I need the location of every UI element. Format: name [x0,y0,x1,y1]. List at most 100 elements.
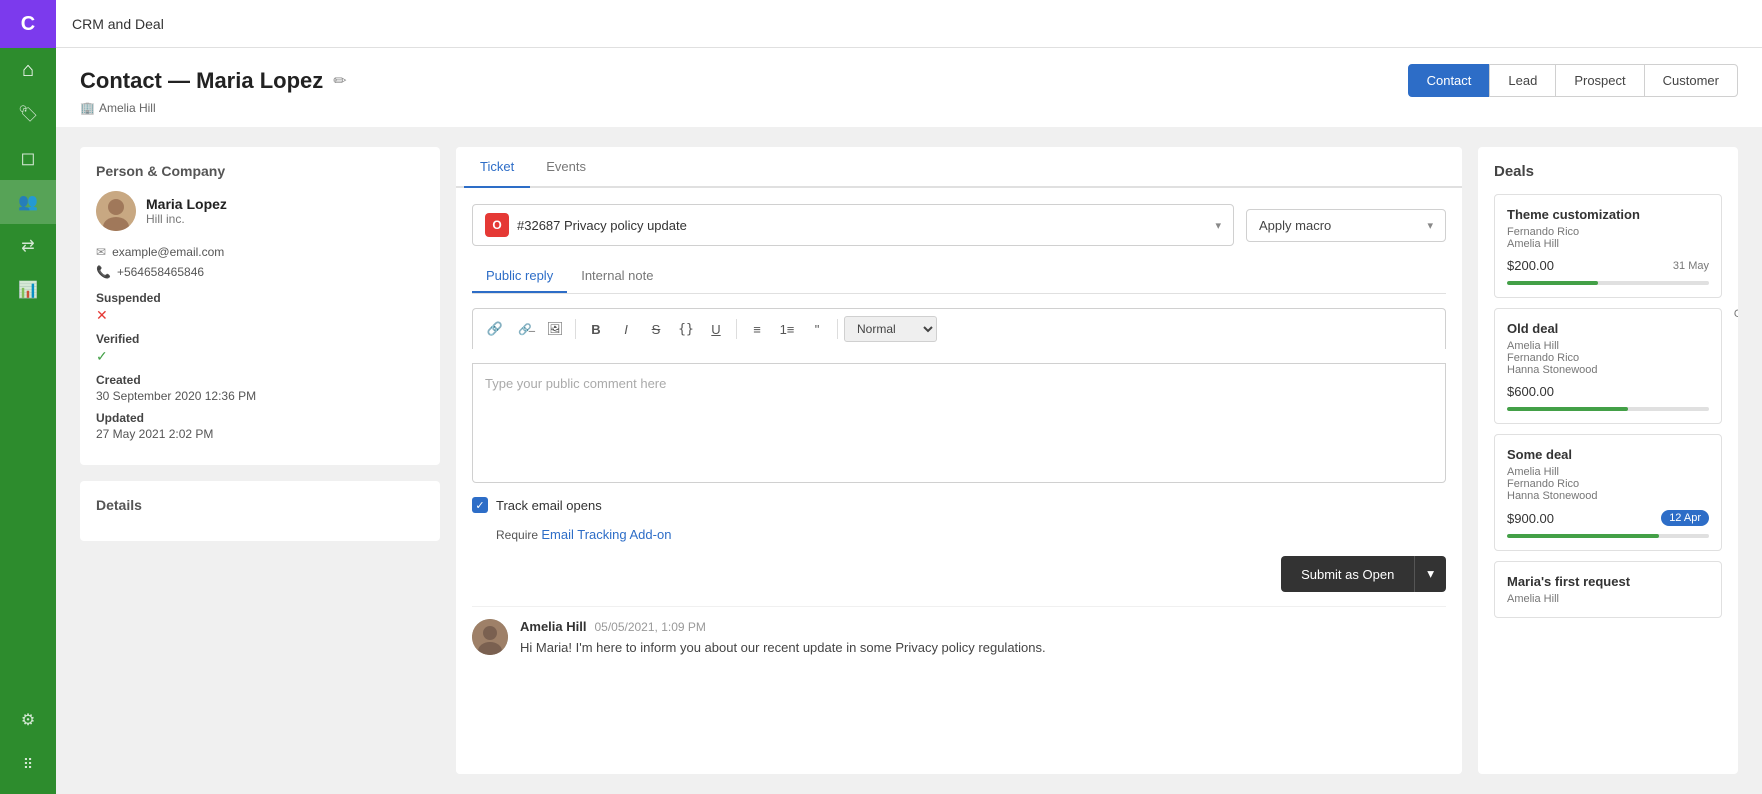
macro-label: Apply macro [1259,218,1331,233]
toolbar-ol-btn[interactable]: 1≡ [773,315,801,343]
deal-footer-3: $900.00 12 Apr [1507,510,1709,526]
deal-name-2: Old deal [1507,321,1709,336]
sidebar-item-arrows[interactable]: ⇄ [0,224,56,268]
contact-title-row: Contact — Maria Lopez ✏ Contact Lead Pro… [80,64,1738,97]
person-name: Maria Lopez [146,196,227,212]
ticket-selector[interactable]: O #32687 Privacy policy update ▾ [472,204,1234,246]
pipeline-label-2: Old pipeline [1727,308,1738,320]
deals-panel: Deals Theme customization Fernando RicoA… [1478,147,1738,774]
track-email-row: ✓ Track email opens [472,497,1446,513]
deal-card-3[interactable]: Some deal Amelia HillFernando RicoHanna … [1494,434,1722,551]
deal-name-4: Maria's first request [1507,574,1709,589]
created-label: Created [96,373,424,387]
avatar [96,191,136,231]
deal-name-1: Theme customization [1507,207,1709,222]
contact-header: Contact — Maria Lopez ✏ Contact Lead Pro… [56,48,1762,127]
format-select[interactable]: Normal Heading 1 Heading 2 Heading 3 [844,316,937,342]
deal-amount-2: $600.00 [1507,384,1554,399]
toolbar-ul-btn[interactable]: ≡ [743,315,771,343]
deal-persons-4: Amelia Hill [1507,593,1709,605]
submit-button[interactable]: Submit as Open [1281,556,1414,592]
toolbar-image-btn[interactable]: 🖼 [541,315,569,343]
tab-events[interactable]: Events [530,147,602,188]
toolbar-italic-btn[interactable]: I [612,315,640,343]
comment: Amelia Hill 05/05/2021, 1:09 PM Hi Maria… [472,606,1446,658]
deal-wrapper-4: Maria's first request Amelia Hill Growth… [1494,561,1722,618]
pipeline-label-4: GrowthDot customers [1727,561,1738,585]
comment-author: Amelia Hill [520,619,586,634]
stage-customer[interactable]: Customer [1644,64,1738,97]
left-panel: Person & Company Maria Lopez Hill inc. ✉ [80,147,440,774]
sidebar-item-deals[interactable]: 🏷 [0,92,56,136]
deal-card-4[interactable]: Maria's first request Amelia Hill [1494,561,1722,618]
sidebar-item-chart[interactable]: 📊 [0,268,56,312]
track-email-link[interactable]: Email Tracking Add-on [541,527,671,542]
right-panel: Deals Theme customization Fernando RicoA… [1478,147,1738,774]
toolbar-quote-btn[interactable]: " [803,315,831,343]
sidebar-item-apps[interactable]: ⠿ [0,742,56,786]
deal-amount-3: $900.00 [1507,511,1554,526]
macro-chevron-icon: ▾ [1427,219,1433,232]
deal-card-1[interactable]: Theme customization Fernando RicoAmelia … [1494,194,1722,298]
reply-tab-internal[interactable]: Internal note [567,260,667,293]
tab-ticket[interactable]: Ticket [464,147,530,188]
sidebar-item-settings[interactable]: ⚙ [0,698,56,742]
deal-card-2[interactable]: Old deal Amelia HillFernando RicoHanna S… [1494,308,1722,424]
submit-dropdown-button[interactable]: ▾ [1414,556,1446,592]
middle-panel: Ticket Events O #32687 Privacy policy up… [456,147,1462,774]
deal-wrapper-3: Some deal Amelia HillFernando RicoHanna … [1494,434,1722,551]
ticket-tabs: Ticket Events [456,147,1462,188]
deal-progress-3 [1507,534,1709,538]
editor-placeholder: Type your public comment here [485,376,666,391]
toolbar-sep-3 [837,319,838,339]
deal-amount-1: $200.00 [1507,258,1554,273]
deal-progress-2 [1507,407,1709,411]
details-title: Details [96,497,424,513]
suspended-label: Suspended [96,291,424,305]
toolbar-code-btn[interactable]: {} [672,315,700,343]
toolbar-strike-btn[interactable]: S [642,315,670,343]
verified-label: Verified [96,332,424,346]
deal-wrapper-2: Old deal Amelia HillFernando RicoHanna S… [1494,308,1722,424]
updated-label: Updated [96,411,424,425]
sidebar-item-contacts[interactable]: 👥 [0,180,56,224]
phone-value: +564658465846 [117,265,204,279]
comment-time: 05/05/2021, 1:09 PM [594,620,705,634]
comment-header: Amelia Hill 05/05/2021, 1:09 PM [520,619,1446,634]
sidebar-item-box[interactable]: ◻ [0,136,56,180]
ticket-badge: O [485,213,509,237]
deal-date-1: 31 May [1673,260,1709,272]
toolbar-bold-btn[interactable]: B [582,315,610,343]
toolbar-sep-1 [575,319,576,339]
app-logo[interactable]: C [0,0,56,48]
person-header: Maria Lopez Hill inc. [96,191,424,231]
building-icon: 🏢 [80,101,95,115]
ticket-area: O #32687 Privacy policy update ▾ Apply m… [456,188,1462,774]
person-company-card: Person & Company Maria Lopez Hill inc. ✉ [80,147,440,465]
comment-text: Hi Maria! I'm here to inform you about o… [520,638,1446,658]
suspended-field: Suspended ✕ [96,291,424,324]
reply-tab-public[interactable]: Public reply [472,260,567,293]
sidebar-item-home[interactable]: ⌂ [0,48,56,92]
toolbar-underline-btn[interactable]: U [702,315,730,343]
deal-persons-2: Amelia HillFernando RicoHanna Stonewood [1507,340,1709,376]
editor-toolbar: 🔗 🔗̶ 🖼 B I S {} U ≡ 1≡ " [472,308,1446,349]
phone-row: 📞 +564658465846 [96,265,424,279]
main-content: CRM and Deal Contact — Maria Lopez ✏ Con… [56,0,1762,794]
deal-wrapper-1: Theme customization Fernando RicoAmelia … [1494,194,1722,298]
topbar: CRM and Deal [56,0,1762,48]
toolbar-unlink-btn[interactable]: 🔗̶ [511,315,539,343]
macro-selector[interactable]: Apply macro ▾ [1246,209,1446,242]
stage-prospect[interactable]: Prospect [1555,64,1644,97]
toolbar-sep-2 [736,319,737,339]
stage-contact[interactable]: Contact [1408,64,1491,97]
edit-icon[interactable]: ✏ [333,71,346,91]
deal-footer-2: $600.00 [1507,384,1709,399]
stage-lead[interactable]: Lead [1489,64,1556,97]
toolbar-link-btn[interactable]: 🔗 [481,315,509,343]
person-company-name: Hill inc. [146,212,227,226]
person-company-title: Person & Company [96,163,424,179]
verified-value: ✓ [96,348,424,365]
reply-editor[interactable]: Type your public comment here [472,363,1446,483]
track-email-checkbox[interactable]: ✓ [472,497,488,513]
